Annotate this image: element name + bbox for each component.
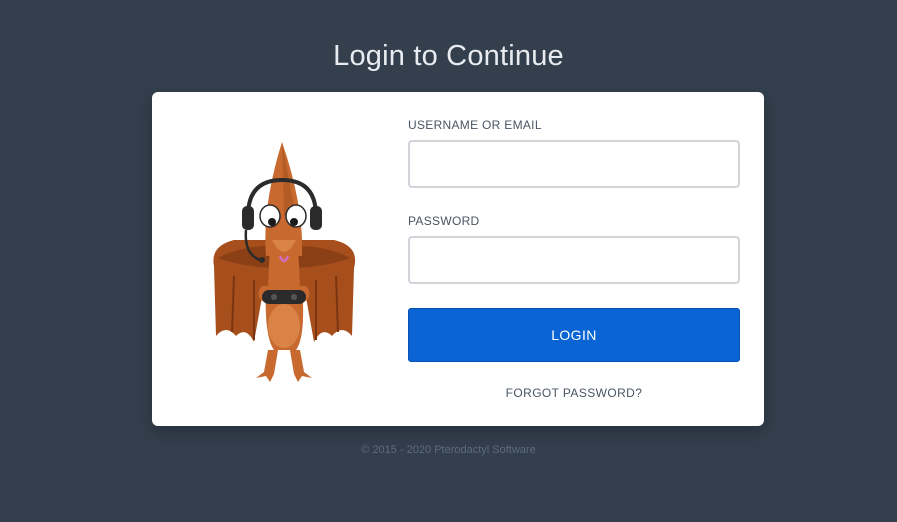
login-card: USERNAME OR EMAIL PASSWORD LOGIN FORGOT … (152, 92, 764, 426)
forgot-password-link[interactable]: FORGOT PASSWORD? (408, 386, 740, 400)
password-label: PASSWORD (408, 214, 480, 228)
login-button[interactable]: LOGIN (408, 308, 740, 362)
page-title: Login to Continue (333, 40, 564, 72)
username-input[interactable] (408, 140, 740, 188)
username-label: USERNAME OR EMAIL (408, 118, 542, 132)
password-input[interactable] (408, 236, 740, 284)
footer-copyright: © 2015 - 2020 Pterodactyl Software (361, 444, 536, 456)
login-page: Login to Continue USERNAME OR EMAIL PASS… (0, 0, 897, 522)
pterodactyl-mascot-icon (213, 142, 356, 382)
